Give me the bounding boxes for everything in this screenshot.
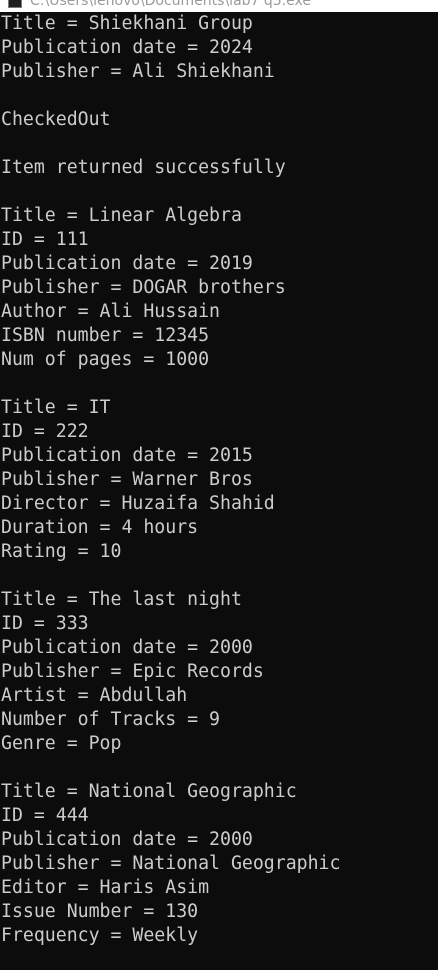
console-line: Publication date = 2000 (1, 829, 253, 850)
console-line: Genre = Pop (1, 733, 122, 754)
console-line: Publisher = National Geographic (1, 853, 341, 874)
console-line: Title = National Geographic (1, 781, 297, 802)
console-line: Publisher = Epic Records (1, 661, 264, 682)
console-line: Title = IT (1, 397, 111, 418)
console-line: Publisher = Warner Bros (1, 469, 253, 490)
console-output: Title = Shiekhani Group Publication date … (1, 12, 438, 948)
console-line: ID = 222 (1, 421, 89, 442)
console-line: Director = Huzaifa Shahid (1, 493, 275, 514)
console-line: Issue Number = 130 (1, 901, 199, 922)
console-line: Rating = 10 (1, 541, 122, 562)
console-line: ID = 444 (1, 805, 89, 826)
console-line: Editor = Haris Asim (1, 877, 210, 898)
console-line: ID = 333 (1, 613, 89, 634)
window-titlebar[interactable]: C:\Users\lenovo\Documents\lab7 q3.exe (0, 0, 438, 12)
console-line: Title = The last night (1, 589, 242, 610)
console-line: Publication date = 2024 (1, 37, 253, 58)
console-line: Publication date = 2015 (1, 445, 253, 466)
console-line: Publisher = DOGAR brothers (1, 277, 286, 298)
console-line: Number of Tracks = 9 (1, 709, 220, 730)
console-line: Publisher = Ali Shiekhani (1, 61, 275, 82)
console-line: Num of pages = 1000 (1, 349, 210, 370)
console-app-icon (8, 0, 22, 8)
console-line: ISBN number = 12345 (1, 325, 210, 346)
console-line: Frequency = Weekly (1, 925, 199, 946)
console-line: Publication date = 2000 (1, 637, 253, 658)
console-line: CheckedOut (1, 109, 111, 130)
console-line: Title = Shiekhani Group (1, 13, 253, 34)
console-line: ID = 111 (1, 229, 89, 250)
console-line: Artist = Abdullah (1, 685, 188, 706)
console-line: Item returned successfully (1, 157, 286, 178)
console-line: Title = Linear Algebra (1, 205, 242, 226)
console-line: Author = Ali Hussain (1, 301, 220, 322)
console-line: Publication date = 2019 (1, 253, 253, 274)
window-title: C:\Users\lenovo\Documents\lab7 q3.exe (30, 0, 311, 9)
console-line: Duration = 4 hours (1, 517, 199, 538)
console-window: C:\Users\lenovo\Documents\lab7 q3.exe Ti… (0, 0, 438, 970)
